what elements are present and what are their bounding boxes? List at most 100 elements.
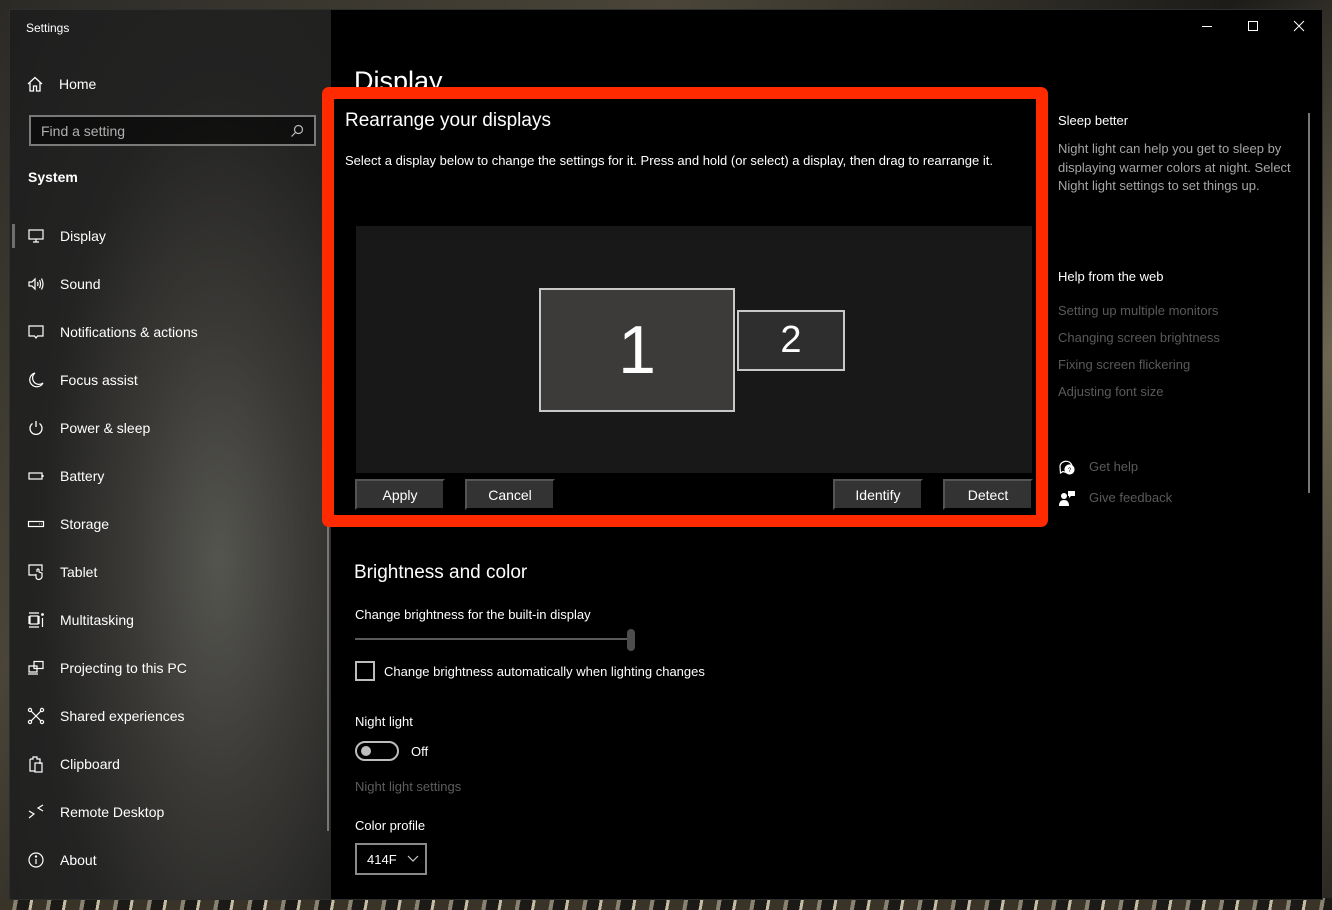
slider-track bbox=[355, 638, 635, 640]
chevron-down-icon bbox=[407, 855, 419, 862]
app-title: Settings bbox=[26, 21, 70, 35]
brightness-slider-label: Change brightness for the built-in displ… bbox=[355, 607, 591, 622]
apply-button[interactable]: Apply bbox=[355, 479, 445, 510]
power-icon bbox=[27, 419, 45, 437]
right-panel: Sleep better Night light can help you ge… bbox=[1058, 113, 1308, 506]
sidebar-item-shared-experiences[interactable]: Shared experiences bbox=[10, 692, 331, 740]
night-light-label: Night light bbox=[355, 714, 413, 729]
info-icon bbox=[27, 851, 45, 869]
help-actions: ? Get help Give feedback bbox=[1058, 451, 1172, 513]
section-title: System bbox=[28, 169, 78, 185]
close-button[interactable] bbox=[1276, 10, 1322, 42]
notification-icon bbox=[27, 323, 45, 341]
color-profile-value: 414F bbox=[367, 851, 397, 867]
sidebar-item-multitasking[interactable]: Multitasking bbox=[10, 596, 331, 644]
monitor-1[interactable]: 1 bbox=[539, 288, 735, 412]
sidebar-item-label: Multitasking bbox=[60, 612, 134, 628]
brightness-section-title: Brightness and color bbox=[354, 562, 528, 583]
sidebar-item-label: Power & sleep bbox=[60, 420, 151, 436]
rearrange-description: Select a display below to change the set… bbox=[345, 153, 993, 168]
rearrange-title: Rearrange your displays bbox=[345, 110, 551, 131]
clipboard-icon bbox=[27, 755, 45, 773]
maximize-button[interactable] bbox=[1230, 10, 1276, 42]
cancel-button[interactable]: Cancel bbox=[465, 479, 555, 510]
sidebar-item-label: Sound bbox=[60, 276, 101, 292]
minimize-button[interactable] bbox=[1184, 10, 1230, 42]
toggle-knob bbox=[361, 746, 371, 756]
sidebar-home[interactable]: Home bbox=[26, 72, 316, 96]
sidebar: Settings Home System Display Sound bbox=[10, 10, 331, 899]
help-link[interactable]: Fixing screen flickering bbox=[1058, 357, 1220, 384]
projecting-icon bbox=[27, 659, 45, 677]
sidebar-item-label: Projecting to this PC bbox=[60, 660, 187, 676]
minimize-icon bbox=[1202, 26, 1212, 27]
sidebar-item-notifications[interactable]: Notifications & actions bbox=[10, 308, 331, 356]
help-link[interactable]: Adjusting font size bbox=[1058, 384, 1220, 411]
sidebar-item-label: Clipboard bbox=[60, 756, 120, 772]
feedback-icon bbox=[1058, 489, 1076, 507]
battery-icon bbox=[27, 467, 45, 485]
sidebar-item-projecting[interactable]: Projecting to this PC bbox=[10, 644, 331, 692]
caption-buttons bbox=[1184, 10, 1322, 42]
sidebar-item-sound[interactable]: Sound bbox=[10, 260, 331, 308]
sidebar-item-remote-desktop[interactable]: Remote Desktop bbox=[10, 788, 331, 836]
give-feedback-link[interactable]: Give feedback bbox=[1058, 482, 1172, 513]
shared-icon bbox=[27, 707, 45, 725]
sidebar-item-label: Remote Desktop bbox=[60, 804, 165, 820]
search-box[interactable] bbox=[29, 115, 316, 146]
get-help-icon: ? bbox=[1058, 458, 1076, 476]
auto-brightness-option[interactable]: Change brightness automatically when lig… bbox=[355, 661, 705, 681]
night-light-row: Off bbox=[355, 741, 428, 761]
moon-icon bbox=[27, 371, 45, 389]
sidebar-item-storage[interactable]: Storage bbox=[10, 500, 331, 548]
get-help-label: Get help bbox=[1089, 459, 1139, 474]
sidebar-item-battery[interactable]: Battery bbox=[10, 452, 331, 500]
night-light-toggle[interactable] bbox=[355, 741, 399, 761]
identify-button[interactable]: Identify bbox=[833, 479, 923, 510]
content-scrollbar[interactable] bbox=[1308, 113, 1310, 493]
sidebar-item-focus-assist[interactable]: Focus assist bbox=[10, 356, 331, 404]
display-arrangement-canvas: 1 2 bbox=[356, 226, 1032, 473]
search-input[interactable] bbox=[41, 122, 290, 139]
night-light-settings-link[interactable]: Night light settings bbox=[355, 779, 461, 794]
color-profile-dropdown[interactable]: 414F bbox=[355, 843, 427, 875]
brightness-slider[interactable] bbox=[355, 629, 635, 651]
speaker-icon bbox=[27, 275, 45, 293]
monitor-2[interactable]: 2 bbox=[737, 310, 845, 371]
sleep-better-description: Night light can help you get to sleep by… bbox=[1058, 141, 1291, 193]
rearrange-section: Rearrange your displays Select a display… bbox=[345, 110, 1025, 170]
help-link[interactable]: Setting up multiple monitors bbox=[1058, 303, 1220, 330]
sidebar-item-display[interactable]: Display bbox=[10, 212, 331, 260]
sidebar-item-label: Tablet bbox=[60, 564, 98, 580]
color-profile-label: Color profile bbox=[355, 818, 426, 833]
sidebar-item-label: Focus assist bbox=[60, 372, 138, 388]
remote-desktop-icon bbox=[27, 803, 45, 821]
help-links: Setting up multiple monitors Changing sc… bbox=[1058, 303, 1220, 411]
maximize-icon bbox=[1248, 21, 1258, 31]
sidebar-item-power-sleep[interactable]: Power & sleep bbox=[10, 404, 331, 452]
sidebar-item-label: Shared experiences bbox=[60, 708, 185, 724]
search-icon[interactable] bbox=[290, 124, 304, 138]
sidebar-item-tablet[interactable]: Tablet bbox=[10, 548, 331, 596]
sidebar-nav: Display Sound Notifications & actions Fo… bbox=[10, 212, 331, 884]
auto-brightness-checkbox[interactable] bbox=[355, 661, 375, 681]
close-icon bbox=[1293, 20, 1305, 32]
tablet-icon bbox=[27, 563, 45, 581]
detect-button[interactable]: Detect bbox=[943, 479, 1033, 510]
sidebar-item-clipboard[interactable]: Clipboard bbox=[10, 740, 331, 788]
storage-icon bbox=[27, 515, 45, 533]
sleep-better-title: Sleep better bbox=[1058, 113, 1129, 128]
night-light-state: Off bbox=[411, 743, 429, 759]
sidebar-item-about[interactable]: About bbox=[10, 836, 331, 884]
get-help-link[interactable]: ? Get help bbox=[1058, 451, 1172, 482]
give-feedback-label: Give feedback bbox=[1089, 490, 1173, 505]
sidebar-item-label: Display bbox=[60, 228, 106, 244]
sidebar-item-label: Notifications & actions bbox=[60, 324, 198, 340]
sidebar-item-label: About bbox=[60, 852, 97, 868]
multitasking-icon bbox=[27, 611, 45, 629]
sidebar-item-label: Storage bbox=[60, 516, 110, 532]
slider-thumb[interactable] bbox=[627, 629, 635, 651]
home-icon bbox=[26, 75, 44, 93]
help-link[interactable]: Changing screen brightness bbox=[1058, 330, 1220, 357]
help-title: Help from the web bbox=[1058, 269, 1164, 284]
